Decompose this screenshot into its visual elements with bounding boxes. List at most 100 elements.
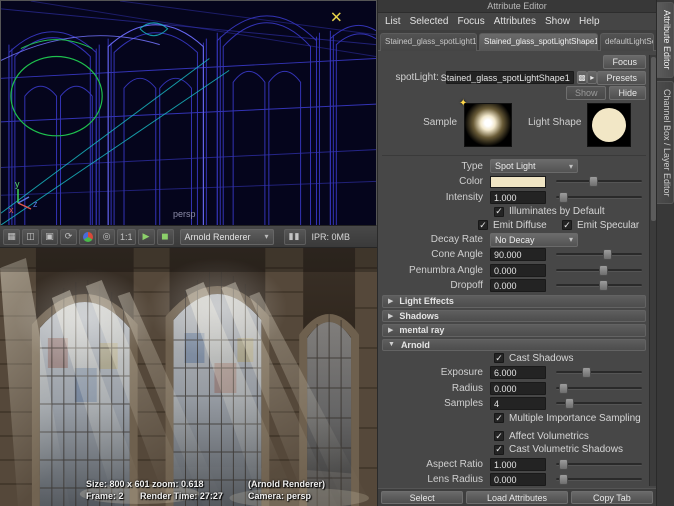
intensity-slider-handle[interactable] [559,191,569,203]
exposure-slider[interactable] [556,367,642,379]
render-view-image[interactable]: Size: 800 x 601 zoom: 0.618 (Arnold Rend… [0,248,377,506]
tab-spotlight1[interactable]: Stained_glass_spotLight1 [380,33,477,51]
attribute-editor-scrollbar[interactable] [649,55,656,486]
intensity-input[interactable]: 1.000 [490,190,546,204]
samples-input[interactable]: 4 [490,397,546,411]
intensity-slider[interactable] [556,191,642,203]
menu-show[interactable]: Show [545,16,570,27]
sample-row: Sample ✦ Light Shape [382,98,646,151]
samples-slider[interactable] [556,398,642,410]
light-shape-swatch[interactable] [587,103,632,148]
select-button[interactable]: Select [381,491,464,504]
ipr-render-icon[interactable]: ▶ [137,228,155,245]
dropoff-slider[interactable] [556,280,642,292]
emit-specular-checkbox[interactable] [562,220,572,231]
intensity-row: Intensity 1.000 [382,190,646,204]
axis-x-label: x [9,205,14,215]
radius-input[interactable]: 0.000 [490,381,546,395]
lens-radius-slider-handle[interactable] [559,474,569,486]
radius-slider-handle[interactable] [559,382,569,394]
light-sample-swatch[interactable]: ✦ [459,98,512,148]
load-attributes-button[interactable]: Load Attributes [466,491,568,504]
dropoff-input[interactable]: 0.000 [490,279,546,293]
spotlight-name-input[interactable]: Stained_glass_spotLightShape1 [441,71,574,85]
dock-tab-channel-box[interactable]: Channel Box / Layer Editor [657,80,674,205]
cone-angle-slider[interactable] [556,249,642,261]
color-slider[interactable] [556,176,642,188]
renderer-dropdown[interactable]: Arnold Renderer [179,228,274,245]
emit-diffuse-checkbox[interactable] [478,220,488,231]
aspect-ratio-slider[interactable] [556,458,642,470]
hide-button[interactable]: Hide [609,86,646,101]
cast-volumetric-shadows-checkbox[interactable] [494,444,504,455]
decay-rate-dropdown[interactable]: No Decay [490,232,578,247]
texture-map-button[interactable]: ▩ [576,71,588,85]
aspect-ratio-input[interactable]: 1.000 [490,457,546,471]
menu-attributes[interactable]: Attributes [494,16,536,27]
perspective-viewport[interactable]: persp y x z [0,0,377,226]
illuminates-label: Illuminates by Default [509,206,605,218]
penumbra-angle-input[interactable]: 0.000 [490,263,546,277]
color-swatch[interactable] [490,175,546,188]
section-light-effects[interactable]: ▶ Light Effects [382,295,646,308]
cone-angle-input[interactable]: 90.000 [490,248,546,262]
section-mental-ray[interactable]: ▶ mental ray [382,324,646,337]
illuminates-checkbox[interactable] [494,206,504,217]
chevron-right-icon: ▶ [388,312,394,320]
menu-help[interactable]: Help [579,16,600,27]
refresh-render-icon[interactable]: ⟳ [60,228,77,245]
menu-list[interactable]: List [385,16,401,27]
penumbra-angle-slider-handle[interactable] [599,264,608,276]
color-slider-handle[interactable] [588,176,598,188]
focus-button[interactable]: Focus [603,55,646,70]
cone-angle-label: Cone Angle [431,249,483,261]
render-scene-icon[interactable]: ▦ [3,228,20,245]
section-arnold[interactable]: ▼ Arnold [382,338,646,352]
emit-specular-label: Emit Specular [577,219,640,231]
dropoff-label: Dropoff [450,280,483,292]
samples-slider-handle[interactable] [564,398,574,410]
lens-radius-input[interactable]: 0.000 [490,473,546,487]
penumbra-angle-slider[interactable] [556,264,642,276]
aspect-ratio-row: Aspect Ratio 1.000 [382,457,646,471]
menu-focus[interactable]: Focus [457,16,484,27]
wireframe-canvas[interactable] [1,1,376,225]
axis-z-label: z [33,199,38,209]
exposure-slider-handle[interactable] [581,367,591,379]
copy-tab-button[interactable]: Copy Tab [570,491,654,504]
chevron-right-icon: ▶ [388,298,394,306]
expand-button[interactable]: ▸ [587,71,598,85]
tab-default-light-set[interactable]: defaultLightSet [600,33,654,51]
presets-button[interactable]: Presets [597,70,646,85]
menu-selected[interactable]: Selected [410,16,449,27]
mis-checkbox[interactable] [494,413,504,424]
tab-spotlight-shape1[interactable]: Stained_glass_spotLightShape1 [479,33,598,51]
focus-row: Focus [382,55,646,70]
section-shadows[interactable]: ▶ Shadows [382,309,646,323]
one-to-one-ratio-button[interactable]: 1:1 [117,228,136,245]
alpha-channel-icon[interactable]: ◎ [98,228,115,245]
pause-ipr-button[interactable]: ▮▮ [283,228,306,245]
rendered-image-canvas [0,248,377,506]
radius-slider[interactable] [556,382,642,394]
ipr-region-icon[interactable]: ◼ [156,228,174,245]
rgb-channels-icon[interactable] [79,228,96,245]
type-label: Type [461,160,483,172]
affect-volumetrics-checkbox[interactable] [494,431,504,442]
scrollbar-thumb[interactable] [651,57,656,221]
illuminates-row: Illuminates by Default [382,205,646,217]
lens-radius-slider[interactable] [556,474,642,486]
penumbra-angle-row: Penumbra Angle 0.000 [382,263,646,277]
show-button[interactable]: Show [565,86,607,101]
aspect-ratio-slider-handle[interactable] [559,458,569,470]
cone-angle-slider-handle[interactable] [603,249,613,261]
mis-label: Multiple Importance Sampling [509,412,641,424]
dropoff-slider-handle[interactable] [599,280,608,292]
exposure-input[interactable]: 6.000 [490,366,546,380]
snapshot-icon[interactable]: ◫ [22,228,39,245]
ipr-memory-status: IPR: 0MB [311,231,351,242]
render-region-icon[interactable]: ▣ [41,228,58,245]
dock-tab-attribute-editor[interactable]: Attribute Editor [657,2,674,78]
cast-shadows-checkbox[interactable] [494,353,504,364]
light-type-dropdown[interactable]: Spot Light [490,159,578,174]
